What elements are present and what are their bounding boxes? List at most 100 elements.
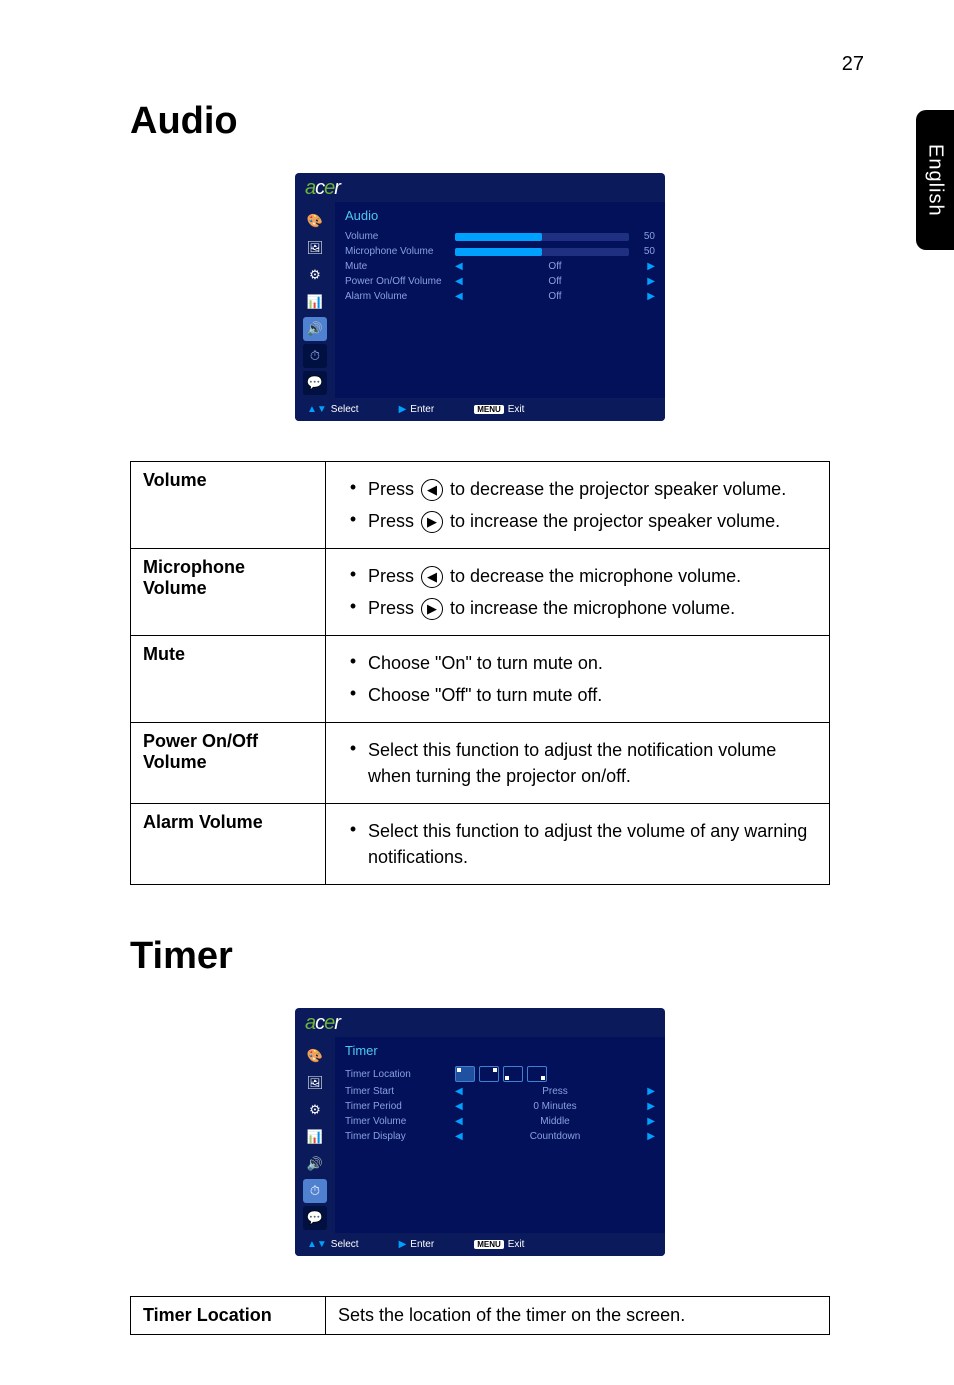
osd-footer: ▲▼Select ▶Enter MENUExit bbox=[295, 398, 665, 421]
arrow-right-icon: ▶ bbox=[647, 291, 655, 302]
arrow-left-icon: ◀ bbox=[455, 1101, 463, 1112]
acer-logo: acer bbox=[305, 1012, 340, 1034]
bullet-icon: • bbox=[338, 476, 368, 498]
mic-slider bbox=[455, 248, 629, 256]
bullet-icon: • bbox=[338, 737, 368, 759]
language-tab: English bbox=[916, 110, 954, 250]
setting-name: Alarm Volume bbox=[131, 804, 326, 885]
timer-settings-table: Timer Location Sets the location of the … bbox=[130, 1296, 830, 1335]
setting-name: Volume bbox=[131, 462, 326, 549]
osd-row-period: Timer Period ◀ 0 Minutes ▶ bbox=[345, 1099, 655, 1114]
management-icon: 📊 bbox=[303, 290, 327, 314]
language-tab-label: English bbox=[924, 144, 947, 217]
volume-slider bbox=[455, 233, 629, 241]
bullet-icon: • bbox=[338, 563, 368, 585]
osd-header: acer bbox=[295, 1008, 665, 1037]
location-bottomright-icon bbox=[527, 1066, 547, 1082]
osd-main-panel: Timer Timer Location Timer Start ◀ Press… bbox=[335, 1037, 665, 1233]
table-row: Volume •Press ◀ to decrease the projecto… bbox=[131, 462, 830, 549]
osd-row-mic: Microphone Volume 50 bbox=[345, 244, 655, 259]
arrow-right-icon: ▶ bbox=[421, 598, 443, 620]
acer-logo: acer bbox=[305, 177, 340, 199]
arrow-right-icon: ▶ bbox=[647, 1131, 655, 1142]
table-row: Timer Location Sets the location of the … bbox=[131, 1297, 830, 1335]
audio-icon: 🔊 bbox=[303, 317, 327, 341]
osd-row-volume: Volume 50 bbox=[345, 229, 655, 244]
menu-badge: MENU bbox=[474, 405, 504, 414]
setting-desc: •Choose "On" to turn mute on. •Choose "O… bbox=[326, 636, 830, 723]
osd-sidebar: 🎨 🖼 ⚙ 📊 🔊 ⏱ 💬 bbox=[295, 202, 335, 398]
arrow-left-icon: ◀ bbox=[455, 1131, 463, 1142]
osd-main-panel: Audio Volume 50 Microphone Volume 50 Mut… bbox=[335, 202, 665, 398]
setting-desc: •Press ◀ to decrease the projector speak… bbox=[326, 462, 830, 549]
table-row: Alarm Volume •Select this function to ad… bbox=[131, 804, 830, 885]
image-icon: 🖼 bbox=[303, 236, 327, 260]
location-topleft-icon bbox=[455, 1066, 475, 1082]
timer-icon: ⏱ bbox=[303, 1179, 327, 1203]
arrow-left-icon: ◀ bbox=[455, 1116, 463, 1127]
table-row: Mute •Choose "On" to turn mute on. •Choo… bbox=[131, 636, 830, 723]
arrow-left-icon: ◀ bbox=[421, 479, 443, 501]
setting-name: Microphone Volume bbox=[131, 549, 326, 636]
table-row: Microphone Volume •Press ◀ to decrease t… bbox=[131, 549, 830, 636]
arrow-left-icon: ◀ bbox=[455, 1086, 463, 1097]
location-icons bbox=[455, 1066, 547, 1082]
audio-heading: Audio bbox=[130, 100, 830, 143]
osd-footer: ▲▼Select ▶Enter MENUExit bbox=[295, 1233, 665, 1256]
bullet-icon: • bbox=[338, 682, 368, 704]
timer-icon: ⏱ bbox=[303, 344, 327, 368]
osd-row-mute: Mute ◀ Off ▶ bbox=[345, 259, 655, 274]
arrow-right-icon: ▶ bbox=[399, 404, 407, 415]
arrow-updown-icon: ▲▼ bbox=[307, 1239, 327, 1250]
arrow-right-icon: ▶ bbox=[647, 276, 655, 287]
osd-header: acer bbox=[295, 173, 665, 202]
setting-desc: Sets the location of the timer on the sc… bbox=[326, 1297, 830, 1335]
setting-desc: •Select this function to adjust the noti… bbox=[326, 723, 830, 804]
osd-row-alarm: Alarm Volume ◀ Off ▶ bbox=[345, 289, 655, 304]
bullet-icon: • bbox=[338, 650, 368, 672]
arrow-right-icon: ▶ bbox=[421, 511, 443, 533]
osd-row-start: Timer Start ◀ Press ▶ bbox=[345, 1084, 655, 1099]
language-icon: 💬 bbox=[303, 1206, 327, 1230]
audio-osd-window: acer 🎨 🖼 ⚙ 📊 🔊 ⏱ 💬 Audio Volume 50 bbox=[295, 173, 665, 421]
bullet-icon: • bbox=[338, 595, 368, 617]
osd-title: Audio bbox=[345, 208, 655, 223]
page-number: 27 bbox=[842, 53, 864, 76]
setting-desc: •Press ◀ to decrease the microphone volu… bbox=[326, 549, 830, 636]
table-row: Power On/Off Volume •Select this functio… bbox=[131, 723, 830, 804]
setting-name: Timer Location bbox=[131, 1297, 326, 1335]
osd-row-power: Power On/Off Volume ◀ Off ▶ bbox=[345, 274, 655, 289]
timer-osd-window: acer 🎨 🖼 ⚙ 📊 🔊 ⏱ 💬 Timer Timer Location bbox=[295, 1008, 665, 1256]
menu-badge: MENU bbox=[474, 1240, 504, 1249]
bullet-icon: • bbox=[338, 818, 368, 840]
osd-row-tvolume: Timer Volume ◀ Middle ▶ bbox=[345, 1114, 655, 1129]
arrow-left-icon: ◀ bbox=[455, 261, 463, 272]
audio-icon: 🔊 bbox=[303, 1152, 327, 1176]
image-icon: 🖼 bbox=[303, 1071, 327, 1095]
arrow-right-icon: ▶ bbox=[647, 1101, 655, 1112]
arrow-left-icon: ◀ bbox=[421, 566, 443, 588]
location-bottomleft-icon bbox=[503, 1066, 523, 1082]
location-topright-icon bbox=[479, 1066, 499, 1082]
arrow-right-icon: ▶ bbox=[647, 1116, 655, 1127]
osd-row-location: Timer Location bbox=[345, 1064, 655, 1084]
arrow-right-icon: ▶ bbox=[647, 261, 655, 272]
settings-icon: ⚙ bbox=[303, 263, 327, 287]
arrow-left-icon: ◀ bbox=[455, 291, 463, 302]
color-icon: 🎨 bbox=[303, 209, 327, 233]
osd-sidebar: 🎨 🖼 ⚙ 📊 🔊 ⏱ 💬 bbox=[295, 1037, 335, 1233]
bullet-icon: • bbox=[338, 508, 368, 530]
audio-settings-table: Volume •Press ◀ to decrease the projecto… bbox=[130, 461, 830, 885]
arrow-right-icon: ▶ bbox=[647, 1086, 655, 1097]
language-icon: 💬 bbox=[303, 371, 327, 395]
arrow-updown-icon: ▲▼ bbox=[307, 404, 327, 415]
osd-row-display: Timer Display ◀ Countdown ▶ bbox=[345, 1129, 655, 1144]
arrow-right-icon: ▶ bbox=[399, 1239, 407, 1250]
setting-name: Power On/Off Volume bbox=[131, 723, 326, 804]
management-icon: 📊 bbox=[303, 1125, 327, 1149]
osd-title: Timer bbox=[345, 1043, 655, 1058]
setting-name: Mute bbox=[131, 636, 326, 723]
timer-heading: Timer bbox=[130, 935, 830, 978]
setting-desc: •Select this function to adjust the volu… bbox=[326, 804, 830, 885]
arrow-left-icon: ◀ bbox=[455, 276, 463, 287]
